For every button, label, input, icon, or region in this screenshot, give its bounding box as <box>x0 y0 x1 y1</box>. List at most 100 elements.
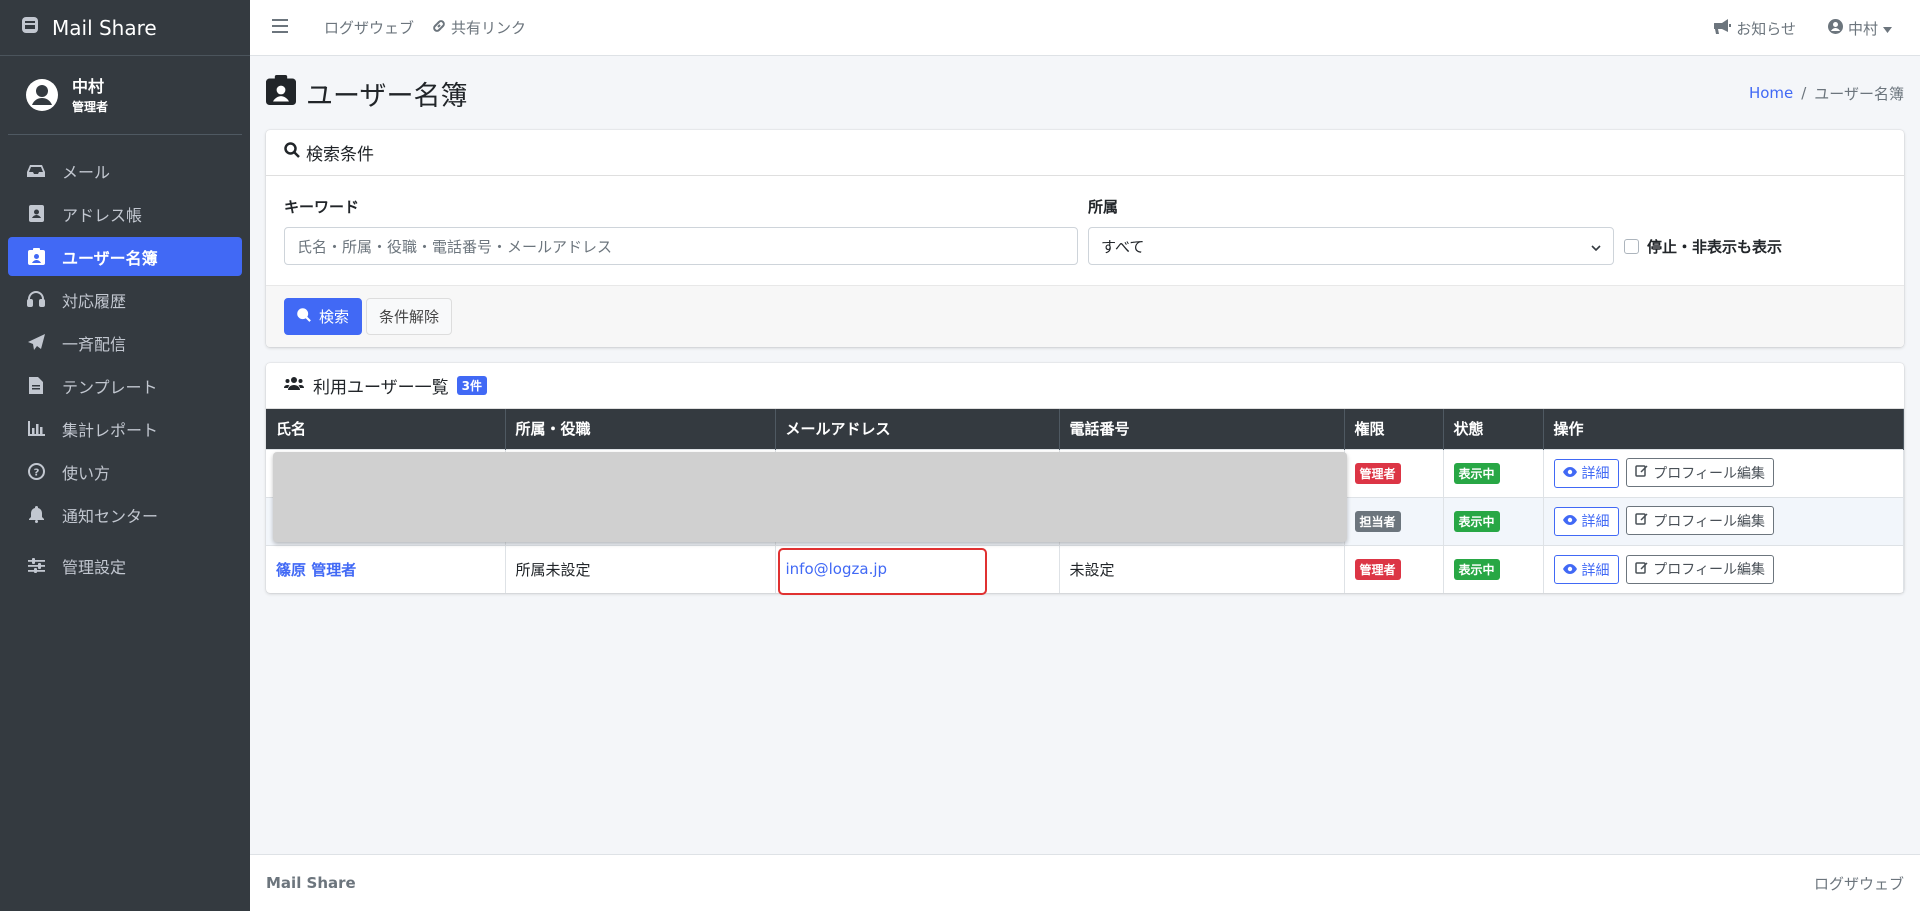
col-phone[interactable]: 電話番号 <box>1059 409 1345 449</box>
brand-name: Mail Share <box>52 15 157 40</box>
edit-icon <box>1635 561 1648 578</box>
bell-icon <box>26 506 46 523</box>
users-card: 利用ユーザー一覧 3件 氏名 所属・役職 メールアドレス 電話番号 権限 状態 … <box>266 363 1904 595</box>
edit-profile-label: プロフィール編集 <box>1653 513 1766 530</box>
sliders-icon <box>26 558 46 573</box>
eye-icon <box>1562 465 1577 481</box>
col-name[interactable]: 氏名 <box>266 409 506 449</box>
breadcrumb-current: ユーザー名簿 <box>1814 84 1904 103</box>
mail-share-logo-icon <box>20 15 40 40</box>
user-avatar-icon <box>26 79 60 113</box>
detail-button[interactable]: 詳細 <box>1553 555 1619 584</box>
topbar-link-logza-web[interactable]: ログザウェブ <box>324 17 414 38</box>
status-badge: 表示中 <box>1453 558 1500 580</box>
keyword-label: キーワード <box>284 198 360 216</box>
user-role: 管理者 <box>72 100 109 114</box>
sidebar-item-label: 通知センター <box>62 506 159 526</box>
sidebar-item-label: メール <box>62 162 111 182</box>
user-panel[interactable]: 中村 管理者 <box>8 56 242 135</box>
notifications-link[interactable]: お知らせ <box>1712 18 1796 39</box>
sidebar-item-report[interactable]: 集計レポート <box>8 409 242 448</box>
search-button[interactable]: 検索 <box>284 298 363 335</box>
cell-status: 表示中 <box>1443 496 1544 545</box>
menu-toggle-icon[interactable] <box>272 18 288 37</box>
affiliation-label: 所属 <box>1088 198 1119 216</box>
clear-conditions-button[interactable]: 条件解除 <box>366 298 453 335</box>
edit-profile-button[interactable]: プロフィール編集 <box>1626 554 1775 584</box>
footer-right: ログザウェブ <box>1813 874 1904 893</box>
col-status[interactable]: 状態 <box>1443 409 1544 449</box>
table-header-row: 氏名 所属・役職 メールアドレス 電話番号 権限 状態 操作 <box>266 409 1904 449</box>
detail-button[interactable]: 詳細 <box>1553 458 1619 488</box>
svg-text:?: ? <box>33 468 39 479</box>
col-actions: 操作 <box>1543 409 1904 449</box>
footer: Mail Share ログザウェブ <box>250 854 1920 911</box>
keyword-input[interactable]: 氏名・所属・役職・電話番号・メールアドレス <box>284 227 1078 265</box>
sidebar-item-label: 対応履歴 <box>62 291 127 311</box>
cell-status: 表示中 <box>1443 448 1544 497</box>
detail-label: 詳細 <box>1581 466 1610 483</box>
user-menu[interactable]: 中村 <box>1827 18 1892 39</box>
breadcrumb-separator: / <box>1801 84 1807 102</box>
edit-icon <box>1635 464 1648 481</box>
main-content: ユーザー名簿 Home / ユーザー名簿 検索条件 キーワード 氏名・所属・役職… <box>250 56 1920 854</box>
paper-plane-icon <box>26 334 46 351</box>
cell-role: 担当者 <box>1344 496 1444 545</box>
search-button-label: 検索 <box>319 309 350 326</box>
headset-icon <box>26 291 46 308</box>
breadcrumb-home[interactable]: Home <box>1749 84 1793 102</box>
cell-actions: 詳細 プロフィール編集 <box>1543 448 1904 497</box>
sidebar-item-notification-center[interactable]: 通知センター <box>8 495 242 534</box>
col-role[interactable]: 権限 <box>1344 409 1444 449</box>
topbar-link-shared-links[interactable]: 共有リンク <box>432 17 526 38</box>
breadcrumb: Home / ユーザー名簿 <box>1749 83 1904 104</box>
detail-button[interactable]: 詳細 <box>1553 506 1619 536</box>
id-badge-icon <box>26 248 46 265</box>
topbar: ログザウェブ 共有リンク お知らせ 中村 <box>250 0 1920 56</box>
topbar-link-label: 共有リンク <box>451 19 527 37</box>
edit-profile-button[interactable]: プロフィール編集 <box>1626 506 1775 536</box>
affiliation-select[interactable]: すべて <box>1088 227 1614 265</box>
sidebar-item-admin-settings[interactable]: 管理設定 <box>8 546 242 585</box>
id-badge-icon <box>266 74 296 112</box>
user-name-link[interactable]: 篠原 管理者 <box>276 561 356 579</box>
brand-link[interactable]: Mail Share <box>0 0 250 56</box>
sidebar-item-template[interactable]: テンプレート <box>8 366 242 405</box>
page-title-text: ユーザー名簿 <box>306 80 468 112</box>
sidebar-item-label: アドレス帳 <box>62 205 143 225</box>
sidebar-item-broadcast[interactable]: 一斉配信 <box>8 323 242 362</box>
search-icon <box>284 142 300 163</box>
page-title: ユーザー名簿 <box>266 74 467 113</box>
sidebar-item-label: 管理設定 <box>62 557 127 577</box>
col-email[interactable]: メールアドレス <box>775 409 1060 449</box>
sidebar-item-label: 使い方 <box>62 463 111 483</box>
sidebar-item-help[interactable]: ? 使い方 <box>8 452 242 491</box>
link-icon <box>432 19 446 37</box>
sidebar-item-label: テンプレート <box>62 377 158 397</box>
file-icon <box>26 377 46 394</box>
users-card-title: 利用ユーザー一覧 <box>313 378 449 398</box>
sidebar: Mail Share 中村 管理者 メール アドレス帳 ユーザー名簿 対応履歴 <box>0 0 250 911</box>
sidebar-item-history[interactable]: 対応履歴 <box>8 280 242 319</box>
role-badge: 担当者 <box>1354 510 1401 532</box>
cell-affiliation: 所属未設定 <box>505 544 776 593</box>
email-highlight-box <box>778 548 987 595</box>
affiliation-group: 所属 すべて <box>1088 196 1614 265</box>
table-row: 篠原 管理者 所属未設定 info@logza.jp 未設定 管理者 表示中 詳… <box>266 544 1904 593</box>
cell-role: 管理者 <box>1344 448 1444 497</box>
show-inactive-checkbox[interactable] <box>1624 238 1639 254</box>
status-badge: 表示中 <box>1453 510 1500 532</box>
footer-brand: Mail Share <box>266 874 356 892</box>
edit-profile-button[interactable]: プロフィール編集 <box>1626 458 1775 488</box>
sidebar-item-mail[interactable]: メール <box>8 151 242 190</box>
detail-label: 詳細 <box>1581 514 1610 531</box>
show-inactive-toggle[interactable]: 停止・非表示も表示 <box>1624 227 1782 265</box>
user-count-badge: 3件 <box>456 376 488 395</box>
sidebar-item-user-directory[interactable]: ユーザー名簿 <box>8 237 242 276</box>
col-affiliation[interactable]: 所属・役職 <box>505 409 776 449</box>
eye-icon <box>1562 513 1577 529</box>
user-circle-icon <box>1827 18 1843 38</box>
search-card-footer: 検索 条件解除 <box>266 285 1904 347</box>
detail-label: 詳細 <box>1581 562 1610 579</box>
sidebar-item-address-book[interactable]: アドレス帳 <box>8 194 242 233</box>
